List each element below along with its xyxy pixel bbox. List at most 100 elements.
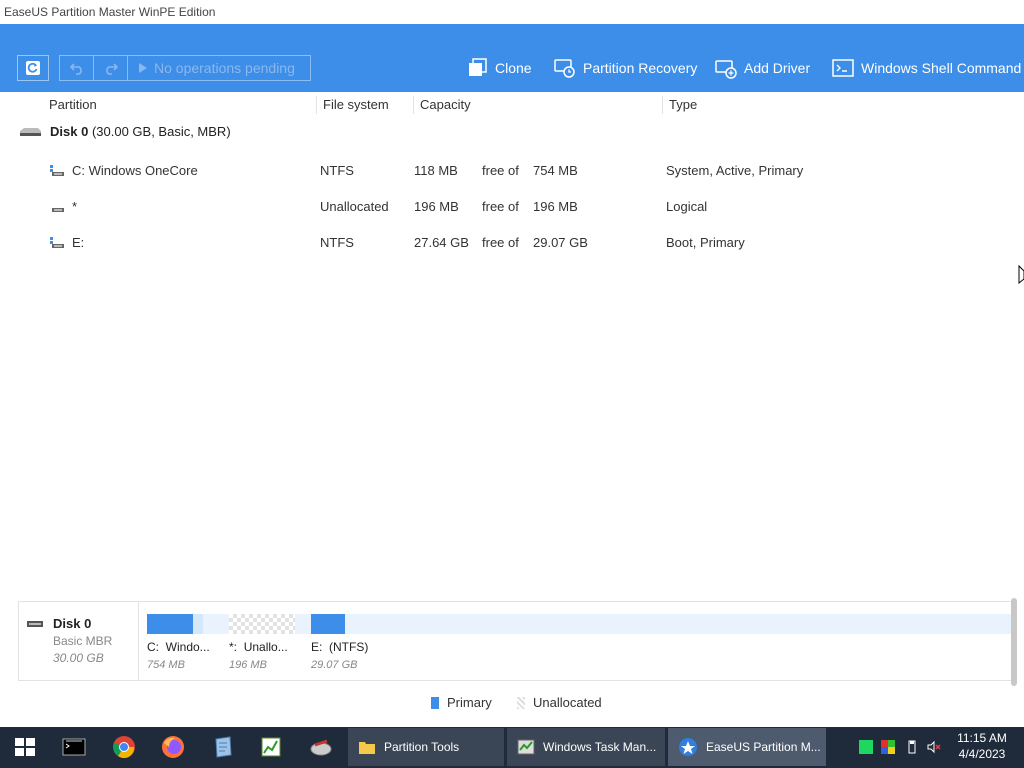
disk-map-size: 30.00 GB bbox=[53, 651, 104, 665]
undo-button[interactable] bbox=[60, 56, 94, 80]
hard-disk-icon bbox=[20, 127, 41, 136]
partition-icon bbox=[50, 165, 64, 176]
partition-total: 29.07 GB bbox=[533, 235, 588, 250]
partition-type: System, Active, Primary bbox=[666, 163, 804, 178]
chart-tool-icon[interactable] bbox=[259, 735, 283, 759]
partition-name: C: Windows OneCore bbox=[72, 163, 198, 178]
play-icon bbox=[139, 63, 147, 73]
partition-recovery-button[interactable]: Partition Recovery bbox=[554, 55, 697, 81]
partition-row[interactable]: C: Windows OneCore NTFS 118 MB free of 7… bbox=[0, 161, 1024, 181]
command-prompt-icon[interactable] bbox=[62, 735, 86, 759]
column-separator bbox=[662, 96, 663, 114]
windows-start-icon[interactable] bbox=[13, 735, 37, 759]
partition-recovery-label: Partition Recovery bbox=[583, 60, 698, 76]
mouse-cursor-icon bbox=[1018, 265, 1024, 285]
volume-muted-icon[interactable] bbox=[927, 740, 941, 754]
partition-fs: NTFS bbox=[320, 235, 354, 250]
segment-unallocated-size: 196 MB bbox=[229, 659, 267, 671]
partition-total: 196 MB bbox=[533, 199, 578, 214]
disk-map-type: Basic MBR bbox=[53, 634, 113, 648]
disk-map: Disk 0 Basic MBR 30.00 GB C: Windo... 75… bbox=[18, 601, 1014, 681]
clock-time: 11:15 AM bbox=[957, 731, 1007, 745]
task-partition-tools[interactable]: Partition Tools bbox=[348, 728, 504, 766]
execute-operations-button[interactable]: No operations pending bbox=[128, 56, 310, 80]
redo-icon bbox=[105, 63, 118, 75]
disk-name: Disk 0 bbox=[50, 124, 89, 139]
usb-drive-icon[interactable] bbox=[905, 740, 919, 754]
partition-fs: NTFS bbox=[320, 163, 354, 178]
partition-free: 27.64 GB bbox=[414, 235, 469, 250]
legend-unallocated-label: Unallocated bbox=[533, 695, 602, 710]
task-label: Windows Task Man... bbox=[543, 740, 657, 754]
segment-c-label: C: Windo... bbox=[147, 640, 210, 654]
column-file-system[interactable]: File system bbox=[323, 97, 389, 112]
clock[interactable]: 11:15 AM 4/4/2023 bbox=[952, 730, 1012, 762]
legend-unallocated: Unallocated bbox=[517, 695, 602, 710]
segment-e[interactable] bbox=[311, 614, 345, 634]
task-label: EaseUS Partition M... bbox=[706, 740, 821, 754]
folder-icon bbox=[359, 742, 375, 754]
legend-unallocated-swatch bbox=[517, 696, 525, 709]
clone-icon bbox=[469, 58, 487, 76]
toolbar: No operations pending Clone Partition Re… bbox=[0, 24, 1024, 92]
legend-primary-label: Primary bbox=[447, 695, 492, 710]
column-header: Partition File system Capacity Type bbox=[0, 92, 1024, 118]
partition-icon bbox=[50, 237, 64, 248]
column-separator bbox=[316, 96, 317, 114]
legend-primary: Primary bbox=[431, 695, 492, 710]
redo-button[interactable] bbox=[94, 56, 128, 80]
partition-type: Boot, Primary bbox=[666, 235, 745, 250]
partition-total: 754 MB bbox=[533, 163, 578, 178]
chrome-icon[interactable] bbox=[112, 735, 136, 759]
column-type[interactable]: Type bbox=[669, 97, 697, 112]
windows-shell-command-label: Windows Shell Command bbox=[861, 60, 1022, 76]
segment-unallocated[interactable] bbox=[229, 614, 295, 634]
task-easeus[interactable]: EaseUS Partition M... bbox=[668, 728, 826, 766]
clone-label: Clone bbox=[495, 60, 532, 76]
task-task-manager[interactable]: Windows Task Man... bbox=[507, 728, 665, 766]
partition-free: 118 MB bbox=[414, 163, 458, 178]
partition-free-of: free of bbox=[482, 199, 519, 214]
hard-disk-icon bbox=[27, 621, 43, 627]
task-manager-icon bbox=[517, 739, 535, 755]
disk-map-name: Disk 0 bbox=[53, 616, 92, 631]
column-capacity[interactable]: Capacity bbox=[420, 97, 471, 112]
partition-type: Logical bbox=[666, 199, 708, 214]
segment-unallocated-label: *: Unallo... bbox=[229, 640, 288, 654]
pending-label: No operations pending bbox=[154, 60, 295, 76]
legend-primary-swatch bbox=[431, 696, 439, 709]
partition-recovery-icon bbox=[554, 59, 575, 78]
taskbar: Partition Tools Windows Task Man... Ease… bbox=[0, 727, 1024, 768]
clone-button[interactable]: Clone bbox=[468, 55, 532, 81]
color-display-icon[interactable] bbox=[881, 740, 895, 754]
partition-name: E: bbox=[72, 235, 85, 250]
refresh-icon bbox=[26, 61, 40, 75]
segment-c[interactable] bbox=[147, 614, 203, 634]
disk-map-scrollbar[interactable] bbox=[1011, 598, 1017, 686]
terminal-icon bbox=[832, 59, 854, 77]
add-driver-button[interactable]: Add Driver bbox=[715, 55, 810, 81]
add-driver-icon bbox=[715, 60, 737, 79]
segment-e-size: 29.07 GB bbox=[311, 659, 358, 671]
partition-free-of: free of bbox=[482, 163, 519, 178]
partition-row[interactable]: E: NTFS 27.64 GB free of 29.07 GB Boot, … bbox=[0, 233, 1024, 253]
partition-row[interactable]: * Unallocated 196 MB free of 196 MB Logi… bbox=[0, 197, 1024, 217]
disk-map-disk[interactable]: Disk 0 Basic MBR 30.00 GB bbox=[19, 602, 139, 680]
add-driver-label: Add Driver bbox=[744, 60, 811, 76]
disk-tool-icon[interactable] bbox=[309, 735, 333, 759]
segment-c-size: 754 MB bbox=[147, 659, 185, 671]
column-separator bbox=[413, 96, 414, 114]
disk-details: (30.00 GB, Basic, MBR) bbox=[91, 124, 231, 139]
partition-free: 196 MB bbox=[414, 199, 459, 214]
firefox-icon[interactable] bbox=[161, 735, 185, 759]
partition-name: * bbox=[72, 199, 78, 214]
partition-free-of: free of bbox=[482, 235, 519, 250]
windows-shell-command-button[interactable]: Windows Shell Command bbox=[832, 55, 1021, 81]
refresh-button[interactable] bbox=[17, 55, 49, 81]
undo-icon bbox=[69, 63, 82, 75]
green-status-icon[interactable] bbox=[859, 740, 873, 754]
column-partition[interactable]: Partition bbox=[49, 97, 97, 112]
disk-row[interactable]: Disk 0 (30.00 GB, Basic, MBR) bbox=[18, 124, 231, 139]
notepad-icon[interactable] bbox=[211, 735, 235, 759]
segment-e-label: E: (NTFS) bbox=[311, 640, 369, 654]
